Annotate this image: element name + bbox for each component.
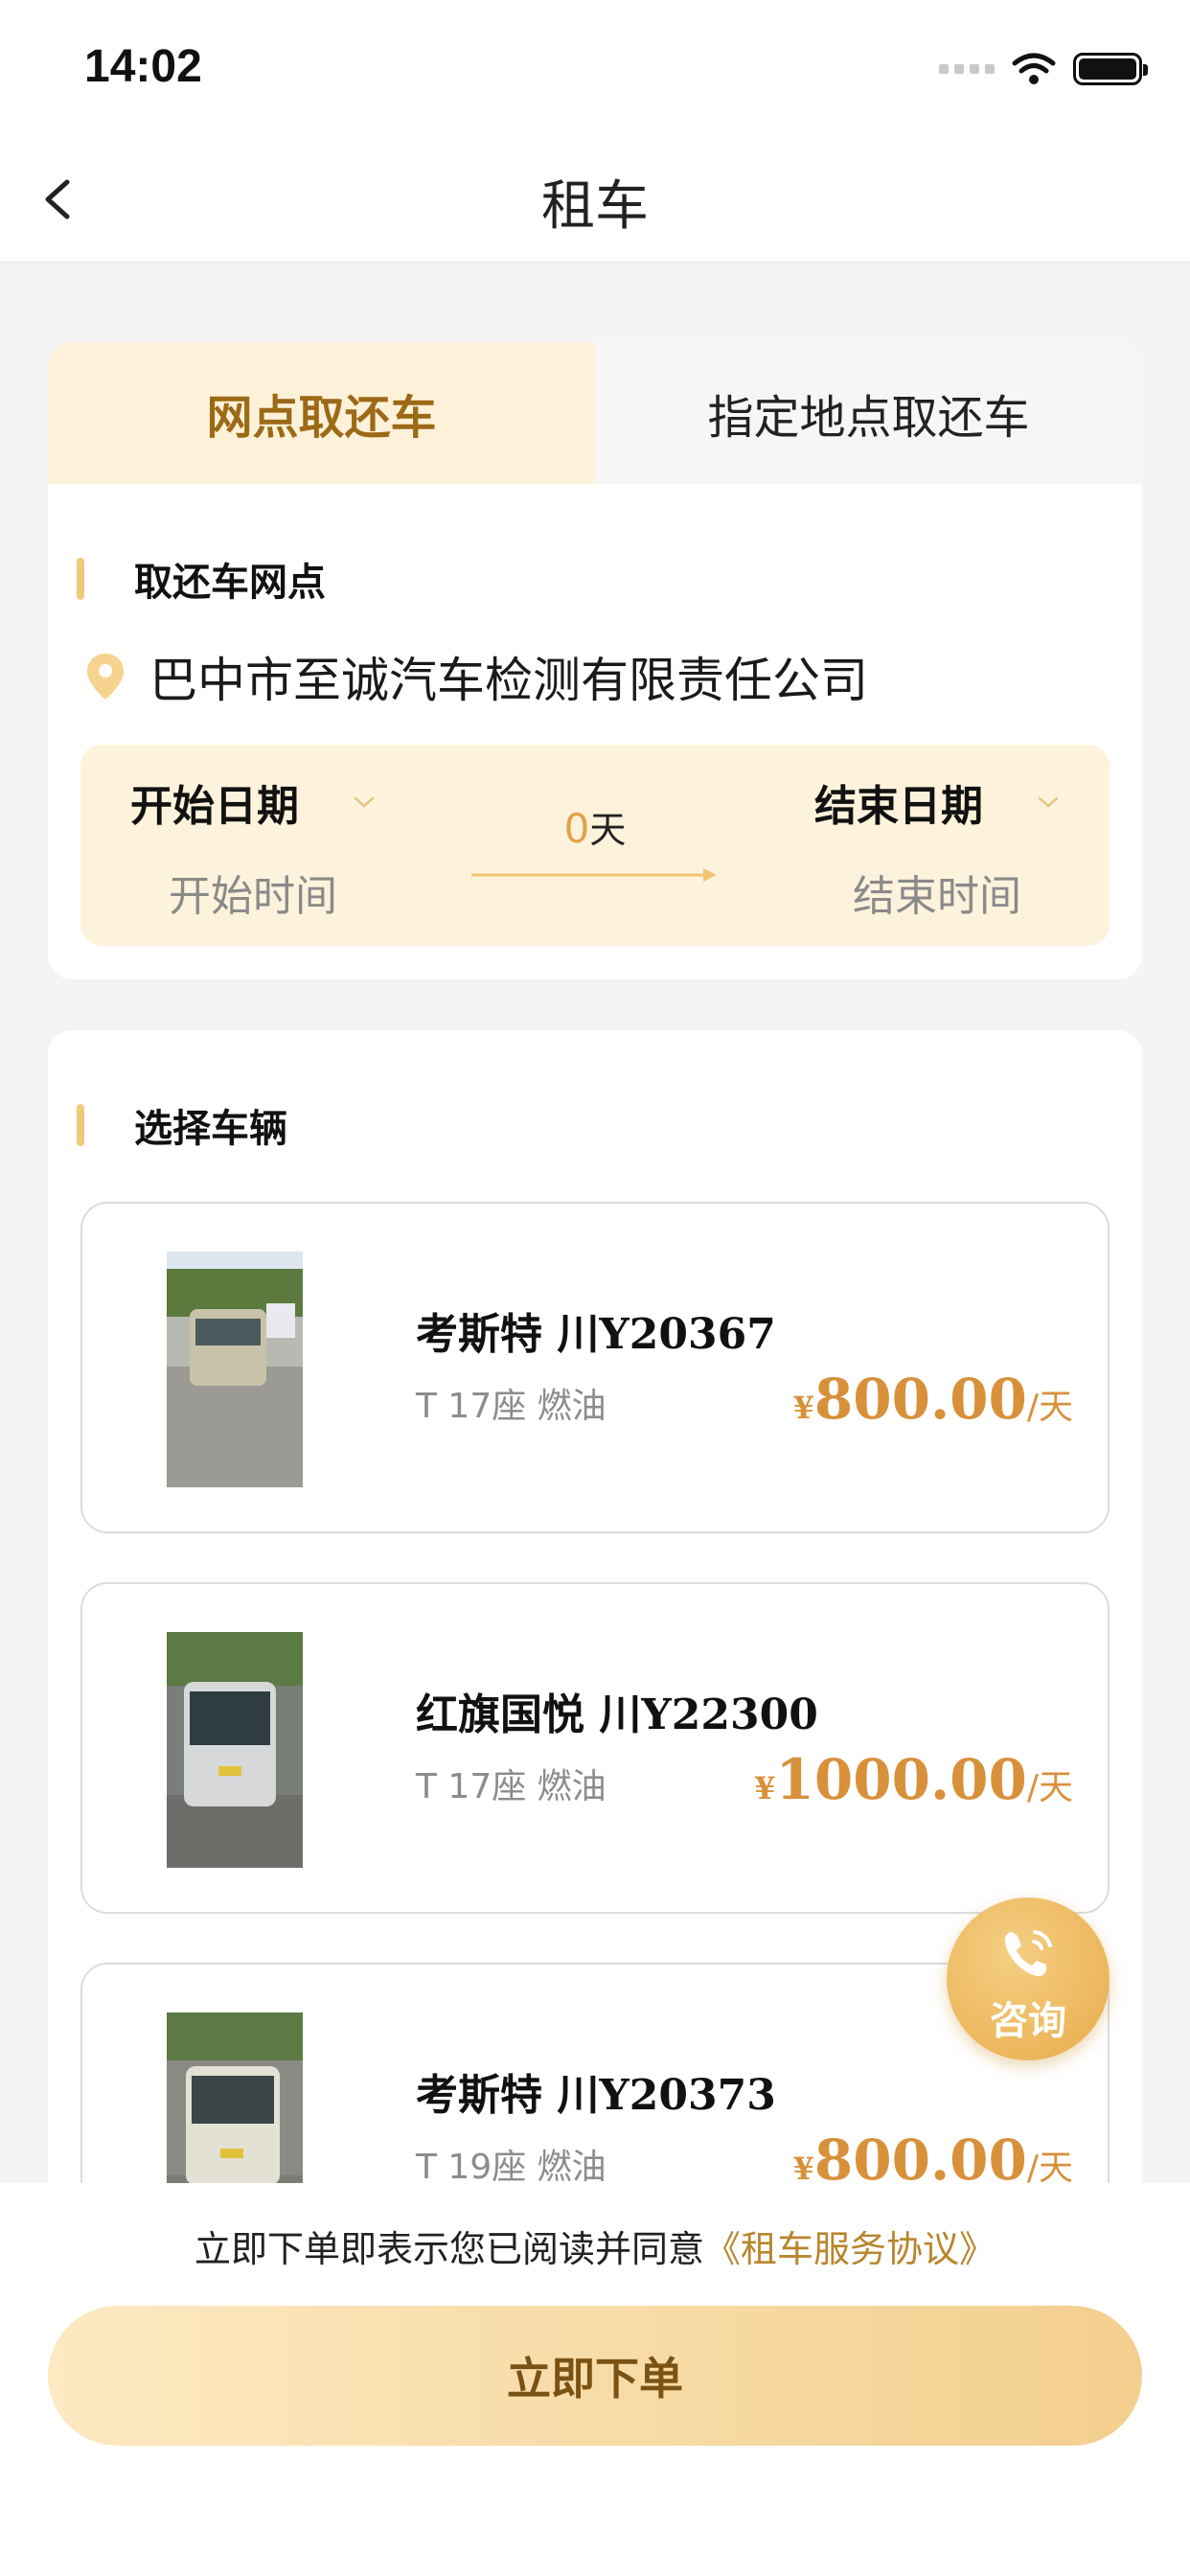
consult-button[interactable]: 咨询 <box>947 1898 1110 2060</box>
vehicle-name: 考斯特 川Y20367 <box>416 1310 776 1359</box>
status-icons <box>939 50 1148 88</box>
vehicle-spec: T 19座 燃油 <box>416 2148 606 2187</box>
start-time-field[interactable]: 开始时间 <box>80 862 425 923</box>
vehicle-item[interactable]: 考斯特 川Y20367 T 17座 燃油 ¥800.00/天 <box>80 1202 1110 1533</box>
pickup-card: 网点取还车 指定地点取还车 取还车网点 巴中市至诚汽车检测有限责任公司 开始日期… <box>48 342 1142 979</box>
end-date-label: 结束日期 <box>814 782 983 831</box>
wifi-icon <box>1012 53 1056 84</box>
signal-icon <box>939 64 995 74</box>
consult-label: 咨询 <box>990 1999 1066 2043</box>
arrow-right-icon <box>471 868 717 882</box>
battery-icon <box>1073 53 1148 85</box>
tab-bar: 网点取还车 指定地点取还车 <box>48 342 1142 484</box>
agreement-notice: 立即下单即表示您已阅读并同意《租车服务协议》 <box>0 2220 1190 2272</box>
vehicle-section-header: 选择车辆 <box>77 1097 287 1153</box>
section-accent-bar <box>77 558 84 600</box>
place-order-button[interactable]: 立即下单 <box>48 2306 1142 2446</box>
end-time-field[interactable]: 结束时间 <box>765 862 1110 923</box>
pickup-section-header: 取还车网点 <box>77 551 326 607</box>
chevron-down-icon <box>1038 796 1059 808</box>
vehicle-photo <box>167 1632 303 1868</box>
vehicle-section-title: 选择车辆 <box>134 1107 287 1151</box>
section-accent-bar <box>77 1104 84 1146</box>
location-pin-icon <box>87 654 124 700</box>
vehicle-name: 考斯特 川Y20373 <box>416 2071 776 2120</box>
vehicle-item[interactable]: 红旗国悦 川Y22300 T 17座 燃油 ¥1000.00/天 <box>80 1582 1110 1914</box>
rental-days-count: 0 <box>563 805 590 852</box>
end-date-column[interactable]: 结束日期 结束时间 <box>765 745 1110 923</box>
rental-days-unit: 天 <box>589 809 627 851</box>
vehicle-price: ¥800.00/天 <box>792 1367 1073 1432</box>
vehicle-spec: T 17座 燃油 <box>416 1387 606 1426</box>
page-title: 租车 <box>541 175 649 238</box>
tab-store-pickup[interactable]: 网点取还车 <box>48 342 595 484</box>
agreement-link[interactable]: 《租车服务协议》 <box>704 2228 995 2270</box>
bottom-bar: 立即下单即表示您已阅读并同意《租车服务协议》 立即下单 <box>0 2183 1190 2576</box>
phone-icon <box>1004 1930 1052 1977</box>
top-bar: 14:02 租车 <box>0 0 1190 264</box>
agreement-text: 立即下单即表示您已阅读并同意 <box>194 2228 704 2270</box>
pickup-section-title: 取还车网点 <box>134 561 326 605</box>
vehicle-photo <box>167 1252 303 1487</box>
date-range-picker: 开始日期 开始时间 0天 结束日期 结束时间 <box>80 745 1110 946</box>
status-time: 14:02 <box>84 41 202 92</box>
vehicle-price: ¥1000.00/天 <box>754 1747 1073 1812</box>
location-name: 巴中市至诚汽车检测有限责任公司 <box>149 653 868 708</box>
vehicle-spec: T 17座 燃油 <box>416 1767 606 1806</box>
tab-custom-location-pickup[interactable]: 指定地点取还车 <box>595 342 1142 484</box>
vehicle-name: 红旗国悦 川Y22300 <box>416 1690 818 1739</box>
pickup-location[interactable]: 巴中市至诚汽车检测有限责任公司 <box>84 642 868 711</box>
